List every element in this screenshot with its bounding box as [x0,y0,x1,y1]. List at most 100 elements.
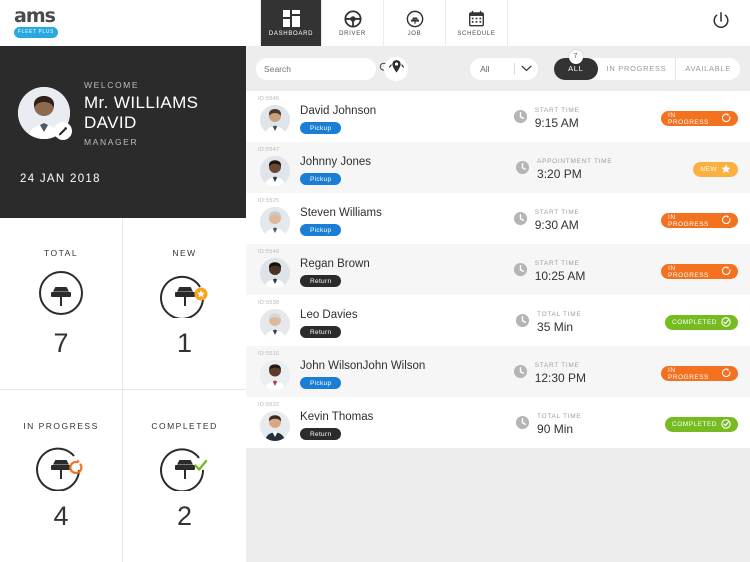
welcome-user-name: Mr. WILLIAMS DAVID [84,92,199,132]
filter-select[interactable]: All [470,57,539,80]
row-id: ID:5515 [258,351,280,357]
row-time-text: START TIME 9:30 AM [535,209,580,232]
body-area: WELCOME Mr. WILLIAMS DAVID MANAGER 24 JA… [0,46,750,562]
nav-item-job[interactable]: JOB [384,0,446,46]
car-total-icon [36,266,86,320]
row-time: START TIME 12:30 PM [513,358,661,385]
row-name: Kevin Thomas [300,410,374,423]
row-time-text: START TIME 9:15 AM [535,107,580,130]
row-tag: Return [300,326,342,338]
avatar[interactable] [18,87,72,140]
segment-all[interactable]: ALL 7 [554,49,598,80]
row-main: Kevin Thomas Return [300,405,515,441]
stat-tile-new[interactable]: NEW 1 [123,218,247,390]
row-name: Regan Brown [300,257,370,270]
stat-value-completed: 2 [177,500,193,531]
row-time-label: START TIME [534,107,580,114]
row-time-value: 3:20 PM [537,167,582,181]
car-progress-icon [36,439,86,493]
welcome-panel: WELCOME Mr. WILLIAMS DAVID MANAGER 24 JA… [0,46,247,218]
stat-label-completed: COMPLETED [151,420,218,431]
segment-available[interactable]: AVAILABLE [676,58,740,80]
clock-icon [513,262,528,282]
status-badge[interactable]: IN PROGRESS [661,366,738,381]
row-time: START TIME 10:25 AM [513,256,661,283]
status-badge[interactable]: IN PROGRESS [661,264,738,279]
app-root: ams FLEET PLUS DASHBOARD DRIVER JOB SCHE… [0,0,750,562]
spinner-icon [721,113,731,124]
row-time: TOTAL TIME 35 Min [515,307,665,334]
clock-icon [513,211,528,231]
car-circle-icon [406,10,424,28]
row-time-label: START TIME [534,260,580,267]
row-id: ID:5525 [258,198,280,204]
row-time-value: 90 Min [537,422,574,436]
stat-tile-in-progress[interactable]: IN PROGRESS 4 [0,390,124,562]
row-main: John WilsonJohn Wilson Pickup [300,354,513,390]
pencil-icon[interactable] [54,122,72,140]
row-tag: Pickup [300,122,342,134]
row-id: ID:5522 [258,402,280,408]
status-badge[interactable]: IN PROGRESS [661,213,738,228]
row-time-label: TOTAL TIME [537,413,582,420]
row-avatar [260,257,291,288]
search-input[interactable] [264,63,376,74]
nav-item-driver[interactable]: DRIVER [322,0,384,46]
map-pin-button[interactable] [384,56,409,81]
row-time-value: 12:30 PM [534,371,587,385]
row-main: David Johnson Pickup [300,99,513,135]
check-circle-icon [721,418,731,431]
spinner-icon [721,368,731,379]
chevron-down-icon [521,64,532,74]
table-row[interactable]: ID:5538 Leo Davies Return TOTAL TIME 35 … [246,295,750,346]
table-row[interactable]: ID:5545 David Johnson Pickup START TIME [246,91,750,142]
segment-in-progress[interactable]: IN PROGRESS [598,57,677,80]
row-time: TOTAL TIME 90 Min [515,409,665,436]
table-row[interactable]: ID:5522 Kevin Thomas Return TOTAL TIME 9… [246,397,750,448]
row-time-label: TOTAL TIME [537,311,582,318]
job-list[interactable]: ID:5545 David Johnson Pickup START TIME [246,91,750,562]
segment-all-label: ALL [568,64,584,73]
row-time: START TIME 9:15 AM [513,103,661,130]
nav-item-schedule[interactable]: SCHEDULE [446,0,508,46]
row-tag: Pickup [300,224,342,236]
stats-tiles: TOTAL 7 NEW 1 IN PROGRESS 4 COMPLETED 2 [0,218,247,562]
search-box[interactable] [256,57,390,80]
row-name: Leo Davies [300,308,358,321]
nav-label-dashboard: DASHBOARD [268,30,314,37]
nav-label-job: JOB [407,30,422,37]
table-row[interactable]: ID:5547 Johnny Jones Pickup APPOINTMENT [246,142,750,193]
table-row[interactable]: ID:5525 Steven Williams Pickup START TIM [246,193,750,244]
row-tag: Pickup [300,377,342,389]
filter-bar: All ALL 7 IN PROGRESS AVAILABLE [246,46,750,91]
status-badge[interactable]: NEW [693,162,738,177]
power-button[interactable] [692,0,750,46]
segment-all-badge: 7 [568,49,583,64]
row-name: David Johnson [300,104,377,117]
row-time-value: 9:15 AM [534,116,579,130]
status-label: COMPLETED [672,319,717,326]
row-time-label: START TIME [534,209,580,216]
table-row[interactable]: ID:5540 Regan Brown Return START TIME 10… [246,244,750,295]
row-time-text: START TIME 10:25 AM [535,260,586,283]
stat-label-new: NEW [172,248,197,258]
table-row[interactable]: ID:5515 John WilsonJohn Wilson Pickup ST [246,346,750,397]
spinner-icon [721,215,731,226]
nav-item-dashboard[interactable]: DASHBOARD [260,0,322,46]
top-bar-spacer [508,0,692,46]
main-nav: DASHBOARD DRIVER JOB SCHEDULE [260,0,508,46]
select-divider [514,62,516,75]
calendar-icon [468,10,485,28]
row-avatar [260,104,291,135]
row-id: ID:5538 [258,300,280,306]
status-badge[interactable]: COMPLETED [665,417,738,432]
row-time-text: START TIME 12:30 PM [535,362,586,385]
stat-tile-completed[interactable]: COMPLETED 2 [123,390,246,562]
status-label: NEW [700,166,717,173]
status-badge[interactable]: IN PROGRESS [661,111,738,126]
stat-tile-total[interactable]: TOTAL 7 [0,218,124,390]
check-circle-icon [721,316,731,329]
clock-icon [515,313,530,333]
row-main: Johnny Jones Pickup [300,150,515,186]
status-badge[interactable]: COMPLETED [665,315,738,330]
